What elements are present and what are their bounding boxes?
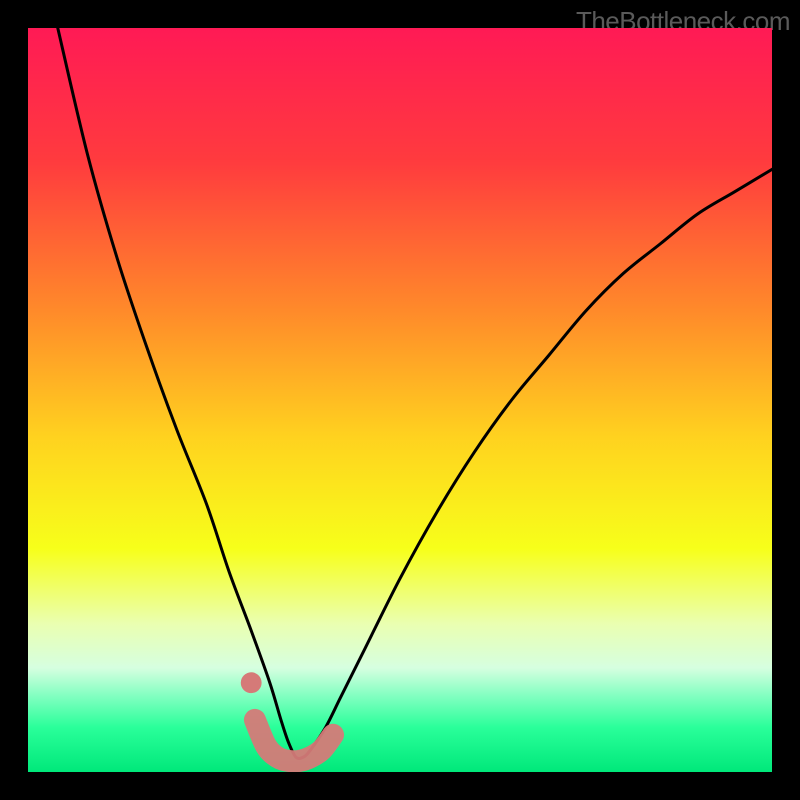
bottleneck-chart (28, 28, 772, 772)
dot-left (241, 672, 262, 693)
plot-area (28, 28, 772, 772)
gradient-background (28, 28, 772, 772)
chart-container: TheBottleneck.com (0, 0, 800, 800)
